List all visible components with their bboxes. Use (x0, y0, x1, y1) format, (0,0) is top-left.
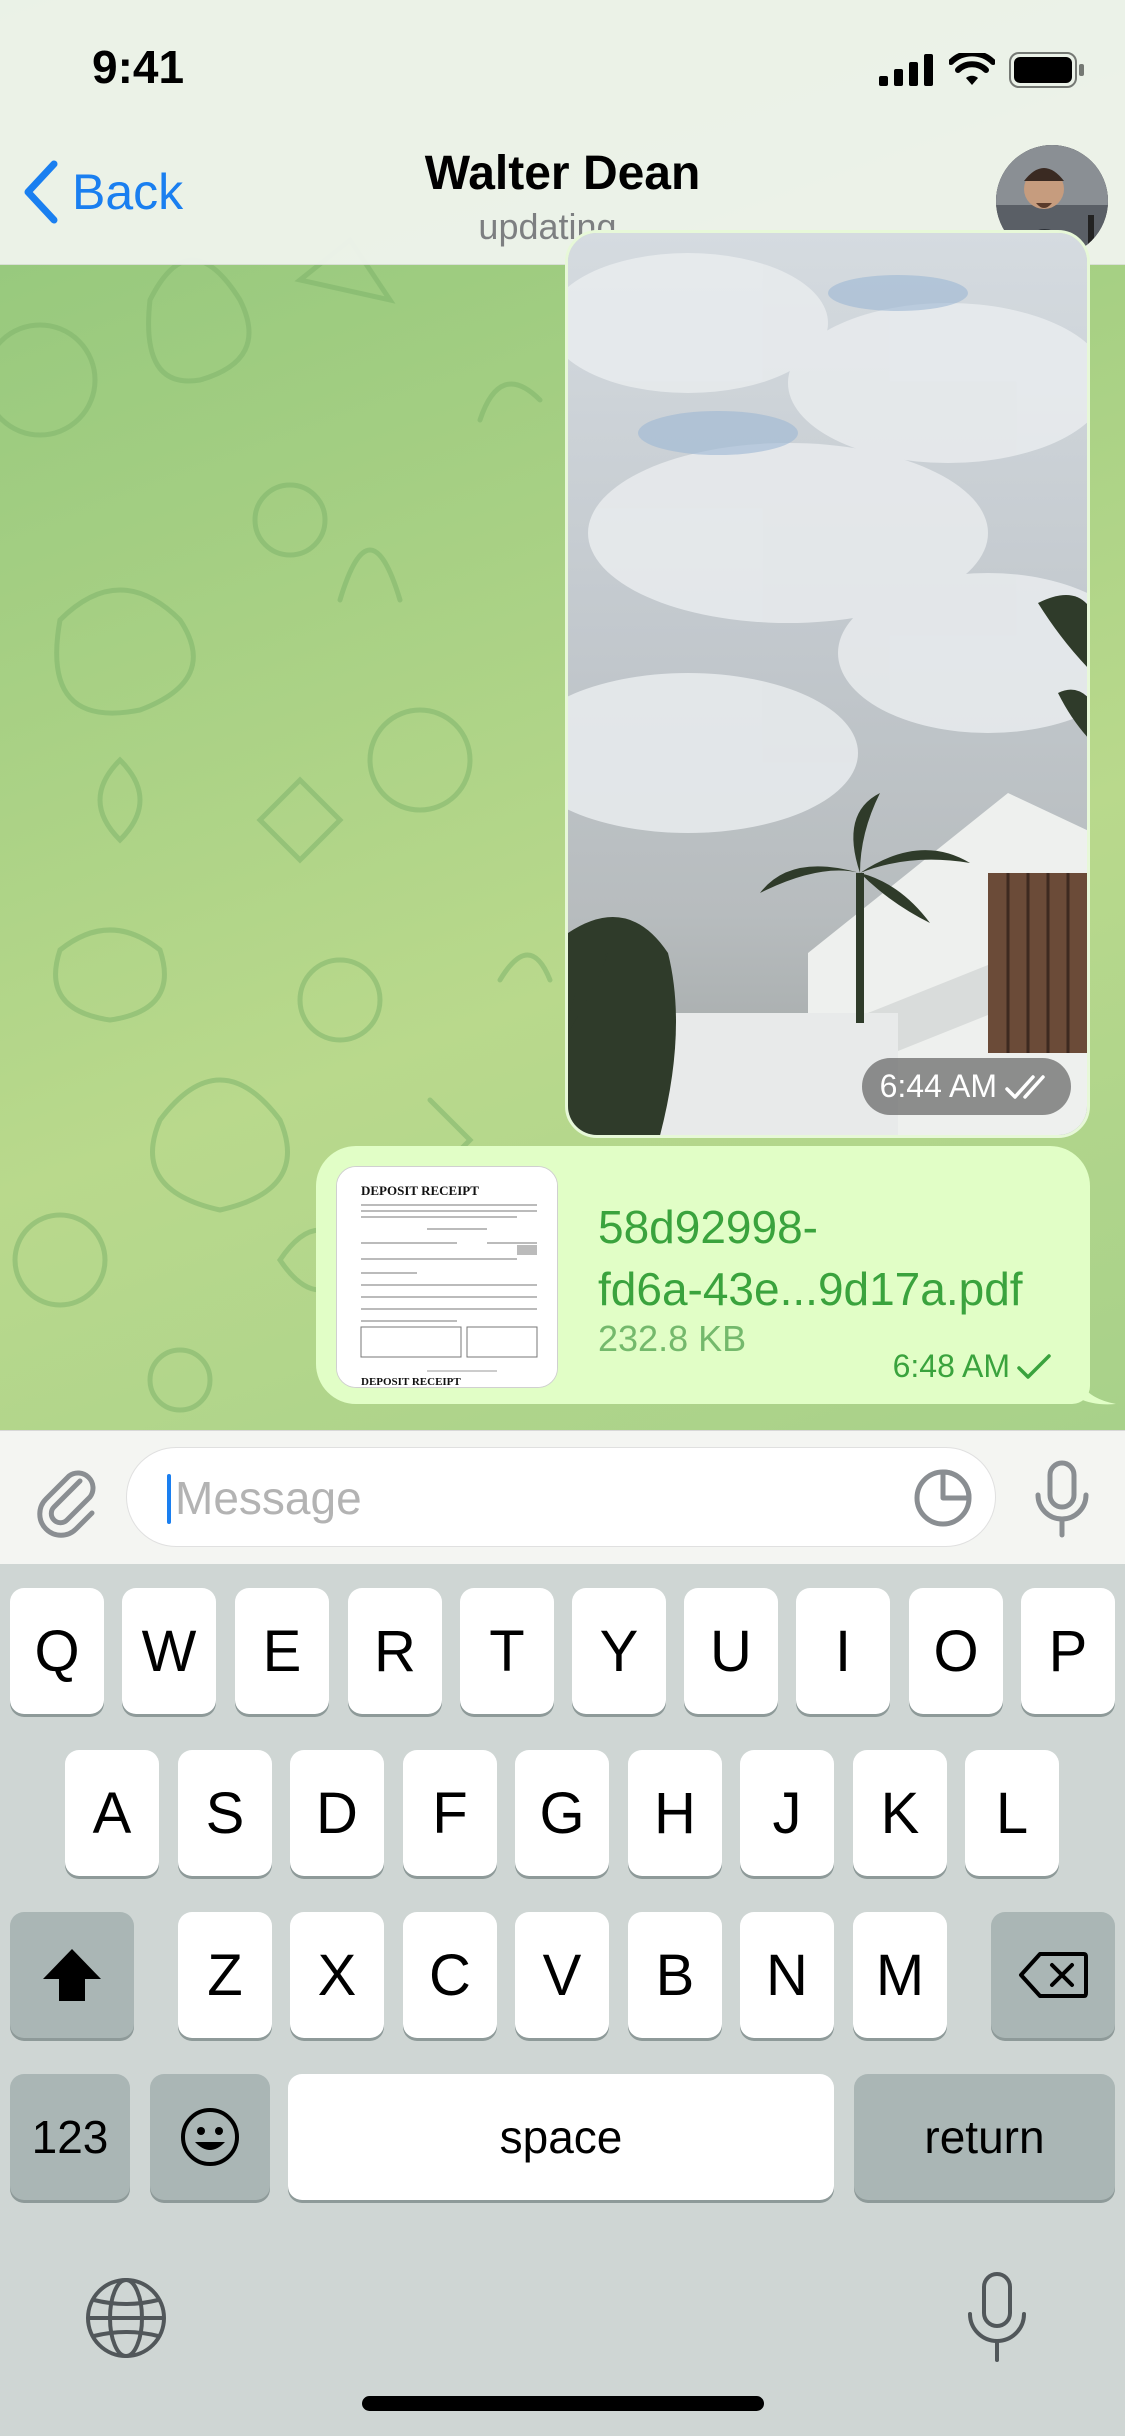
file-timestamp: 6:48 AM (893, 1348, 1052, 1385)
key-k[interactable]: K (853, 1750, 947, 1876)
emoji-icon (181, 2108, 239, 2166)
file-size: 232.8 KB (598, 1318, 747, 1359)
bubble-tail (1078, 1376, 1116, 1405)
key-g[interactable]: G (515, 1750, 609, 1876)
file-time-label: 6:48 AM (892, 1348, 1010, 1384)
document-preview: DEPOSIT RECEIPT DEPOSIT RECEIPT (337, 1167, 557, 1388)
message-input[interactable] (175, 1448, 915, 1548)
key-w[interactable]: W (122, 1588, 216, 1714)
battery-icon (1009, 52, 1084, 88)
media-time-label: 6:44 AM (879, 1068, 997, 1104)
shift-key[interactable] (10, 1912, 134, 2038)
file-name-line-1: 58d92998- (598, 1201, 818, 1253)
key-e[interactable]: E (235, 1588, 329, 1714)
dictation-mic-icon[interactable] (962, 2270, 1032, 2364)
thumb-footer: DEPOSIT RECEIPT (361, 1376, 461, 1388)
file-message[interactable]: DEPOSIT RECEIPT DEPOSIT RECEIPT 58d92998… (316, 1146, 1090, 1404)
sticker-icon[interactable] (911, 1466, 975, 1530)
media-timestamp: 6:44 AM (861, 1058, 1071, 1115)
key-o[interactable]: O (909, 1588, 1003, 1714)
file-name: 58d92998- fd6a-43e...9d17a.pdf (598, 1196, 1068, 1320)
key-r[interactable]: R (348, 1588, 442, 1714)
double-check-icon (1005, 1074, 1045, 1099)
paperclip-icon[interactable] (28, 1459, 108, 1539)
numbers-key[interactable]: 123 (10, 2074, 130, 2200)
status-icons (879, 52, 1085, 88)
emoji-key[interactable] (150, 2074, 270, 2200)
globe-icon[interactable] (84, 2276, 168, 2360)
key-j[interactable]: J (740, 1750, 834, 1876)
wifi-icon (949, 53, 995, 85)
key-x[interactable]: X (290, 1912, 384, 2038)
navigation-header: 9:41 Back Walter Dean updating... (0, 0, 1125, 265)
key-c[interactable]: C (403, 1912, 497, 2038)
key-q[interactable]: Q (10, 1588, 104, 1714)
home-indicator[interactable] (362, 2396, 764, 2411)
shift-arrow-icon (43, 1949, 101, 2001)
text-cursor (167, 1474, 171, 1524)
microphone-icon[interactable] (1022, 1457, 1102, 1541)
key-m[interactable]: M (853, 1912, 947, 2038)
key-t[interactable]: T (460, 1588, 554, 1714)
backspace-icon (1019, 1952, 1088, 1998)
key-a[interactable]: A (65, 1750, 159, 1876)
return-key[interactable]: return (854, 2074, 1115, 2200)
status-time: 9:41 (92, 41, 185, 93)
space-key[interactable]: space (288, 2074, 834, 2200)
video-message[interactable]: 6:44 AM (565, 230, 1090, 1138)
file-name-line-2: fd6a-43e...9d17a.pdf (598, 1263, 1023, 1315)
key-d[interactable]: D (290, 1750, 384, 1876)
thumb-title: DEPOSIT RECEIPT (361, 1183, 479, 1198)
key-f[interactable]: F (403, 1750, 497, 1876)
key-z[interactable]: Z (178, 1912, 272, 2038)
delete-key[interactable] (991, 1912, 1115, 2038)
key-u[interactable]: U (684, 1588, 778, 1714)
key-b[interactable]: B (628, 1912, 722, 2038)
message-composer (0, 1430, 1125, 1564)
single-check-icon (1017, 1353, 1051, 1379)
keyboard: Q W E R T Y U I O P A S D F G H J K L Z … (0, 1564, 1125, 2436)
pdf-thumbnail[interactable]: DEPOSIT RECEIPT DEPOSIT RECEIPT (336, 1166, 558, 1388)
key-i[interactable]: I (796, 1588, 890, 1714)
video-thumbnail (568, 233, 1087, 1135)
key-h[interactable]: H (628, 1750, 722, 1876)
key-s[interactable]: S (178, 1750, 272, 1876)
key-l[interactable]: L (965, 1750, 1059, 1876)
key-p[interactable]: P (1021, 1588, 1115, 1714)
chat-title[interactable]: Walter Dean (0, 146, 1125, 201)
cellular-signal-icon (879, 54, 933, 86)
key-v[interactable]: V (515, 1912, 609, 2038)
message-input-container[interactable] (126, 1447, 996, 1548)
key-n[interactable]: N (740, 1912, 834, 2038)
key-y[interactable]: Y (572, 1588, 666, 1714)
